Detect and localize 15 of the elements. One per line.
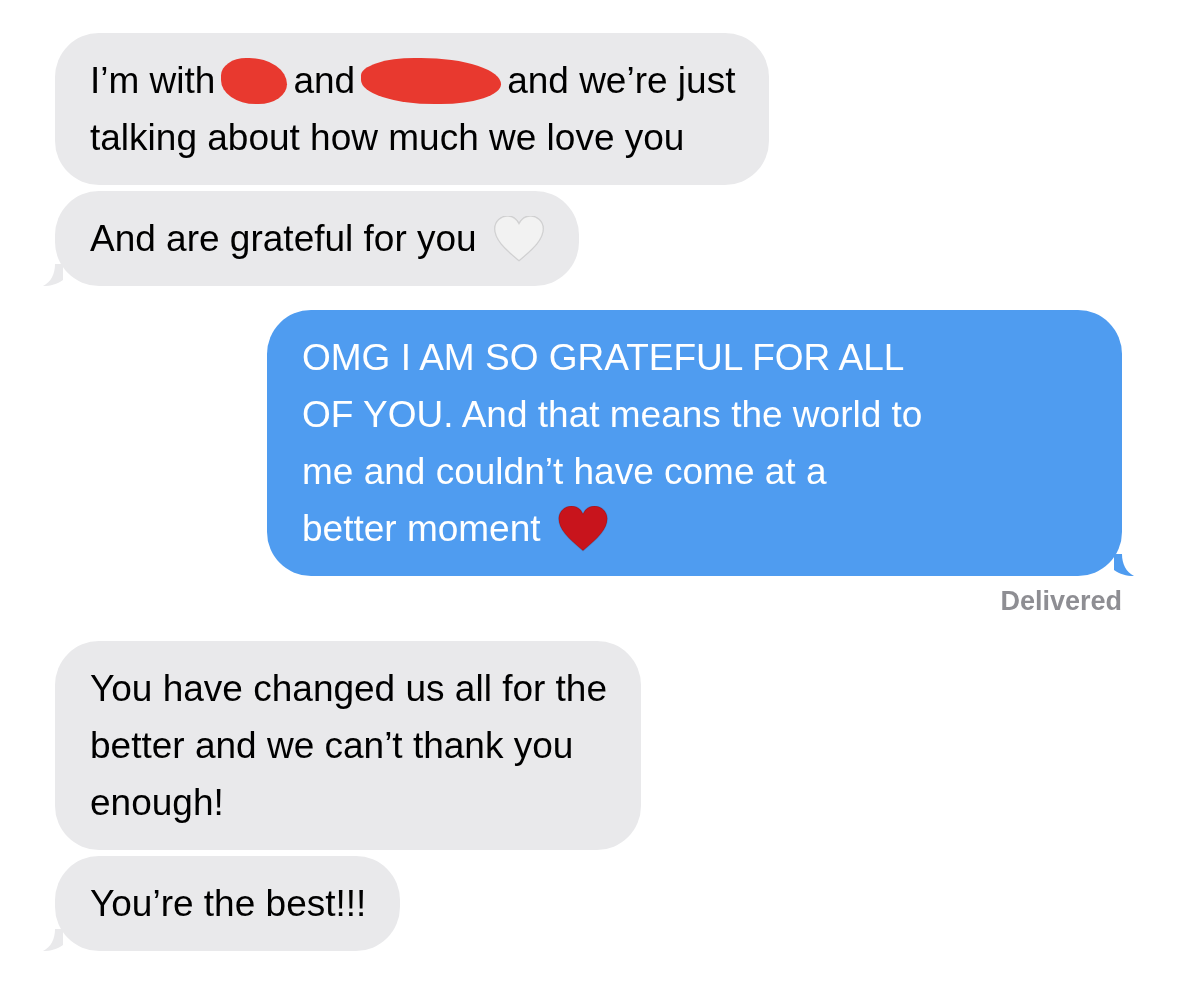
message-text: You’re the best!!! (90, 882, 367, 926)
message-text: And are grateful for you (90, 217, 477, 261)
message-text: I’m with (90, 59, 216, 103)
message-text: and we’re just (507, 59, 736, 103)
message-text: You have changed us all for the (90, 667, 608, 711)
message-text: OF YOU. And that means the world to (302, 393, 923, 437)
message-text: me and couldn’t have come at a (302, 450, 827, 494)
message-text: enough! (90, 781, 224, 825)
message-text: talking about how much we love you (90, 116, 685, 160)
message-text: OMG I AM SO GRATEFUL FOR ALL (302, 336, 905, 380)
message-text: better and we can’t thank you (90, 724, 574, 768)
delivery-status: Delivered (1000, 586, 1122, 617)
redaction-scribble (221, 57, 288, 104)
message-text: and (293, 59, 356, 103)
message-text: better moment (302, 507, 541, 551)
